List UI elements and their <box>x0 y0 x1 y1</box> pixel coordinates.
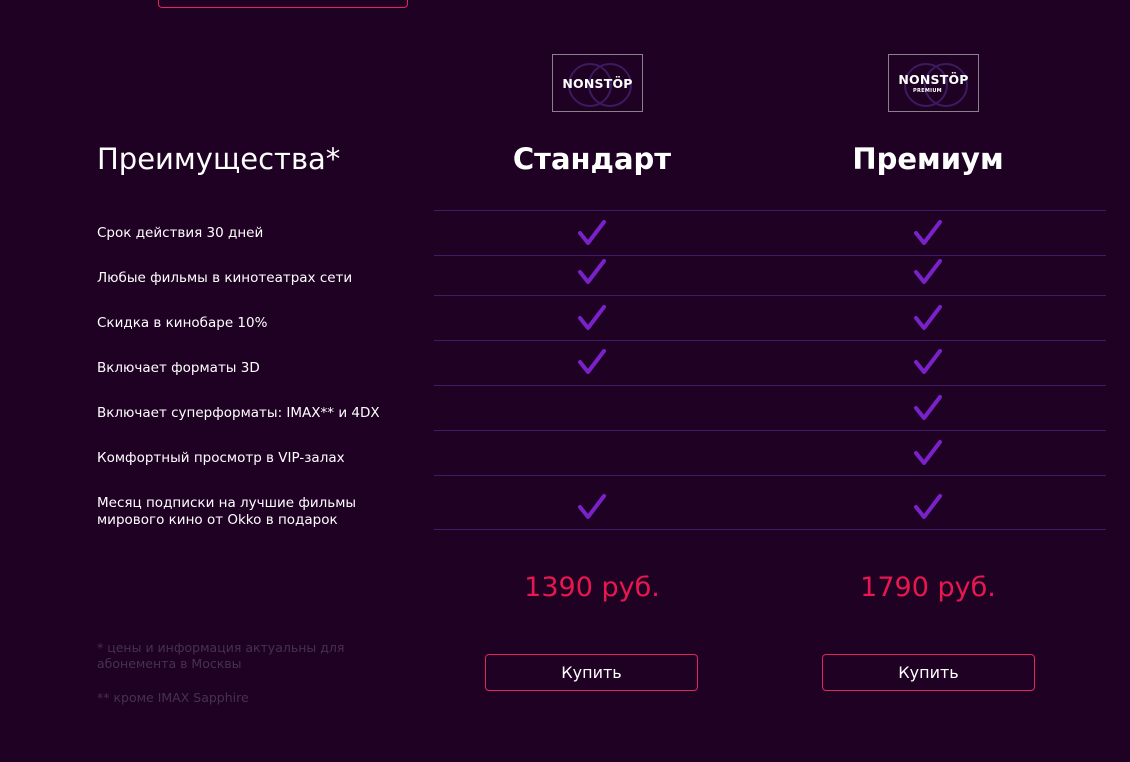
feature-label: Месяц подписки на лучшие фильмы мирового… <box>97 495 357 528</box>
check-icon <box>913 258 943 286</box>
check-icon <box>913 439 943 467</box>
feature-label: Комфортный просмотр в VIP-залах <box>97 450 345 466</box>
logo-subtext: PREMIUM <box>913 88 942 94</box>
imax-footnote: ** кроме IMAX Sapphire <box>97 690 249 705</box>
top-button-partial[interactable] <box>158 0 408 8</box>
prices-footnote: * цены и информация актуальны для абонем… <box>97 640 345 671</box>
row-divider <box>434 475 1106 476</box>
check-icon <box>577 219 607 247</box>
standard-price: 1390 руб. <box>524 572 660 603</box>
buy-premium-button[interactable]: Купить <box>822 654 1035 691</box>
logo-text: NONSTÖP <box>562 75 633 91</box>
check-icon <box>913 219 943 247</box>
standard-plan-logo: NONSTÖP <box>552 54 643 112</box>
check-icon <box>913 394 943 422</box>
row-divider <box>434 210 1106 211</box>
check-icon <box>577 493 607 521</box>
premium-plan-title: Премиум <box>852 142 1004 176</box>
feature-label: Включает суперформаты: IMAX** и 4DX <box>97 405 380 421</box>
check-icon <box>913 348 943 376</box>
logo-text: NONSTÖP <box>898 72 969 87</box>
check-icon <box>577 348 607 376</box>
check-icon <box>913 493 943 521</box>
check-icon <box>577 304 607 332</box>
row-divider <box>434 295 1106 296</box>
premium-plan-logo: NONSTÖP PREMIUM <box>888 54 979 112</box>
benefits-heading: Преимущества* <box>97 142 341 176</box>
feature-label: Любые фильмы в кинотеатрах сети <box>97 270 353 286</box>
feature-label: Включает форматы 3D <box>97 360 260 376</box>
feature-label: Срок действия 30 дней <box>97 225 264 241</box>
row-divider <box>434 340 1106 341</box>
buy-standard-button[interactable]: Купить <box>485 654 698 691</box>
premium-price: 1790 руб. <box>860 572 996 603</box>
row-divider <box>434 385 1106 386</box>
standard-plan-title: Стандарт <box>512 142 672 176</box>
row-divider <box>434 255 1106 256</box>
check-icon <box>577 258 607 286</box>
check-icon <box>913 304 943 332</box>
row-divider <box>434 430 1106 431</box>
row-divider <box>434 529 1106 530</box>
feature-label: Скидка в кинобаре 10% <box>97 315 268 331</box>
pricing-page: NONSTÖP NONSTÖP PREMIUM Преимущества* Ст… <box>0 0 1130 762</box>
